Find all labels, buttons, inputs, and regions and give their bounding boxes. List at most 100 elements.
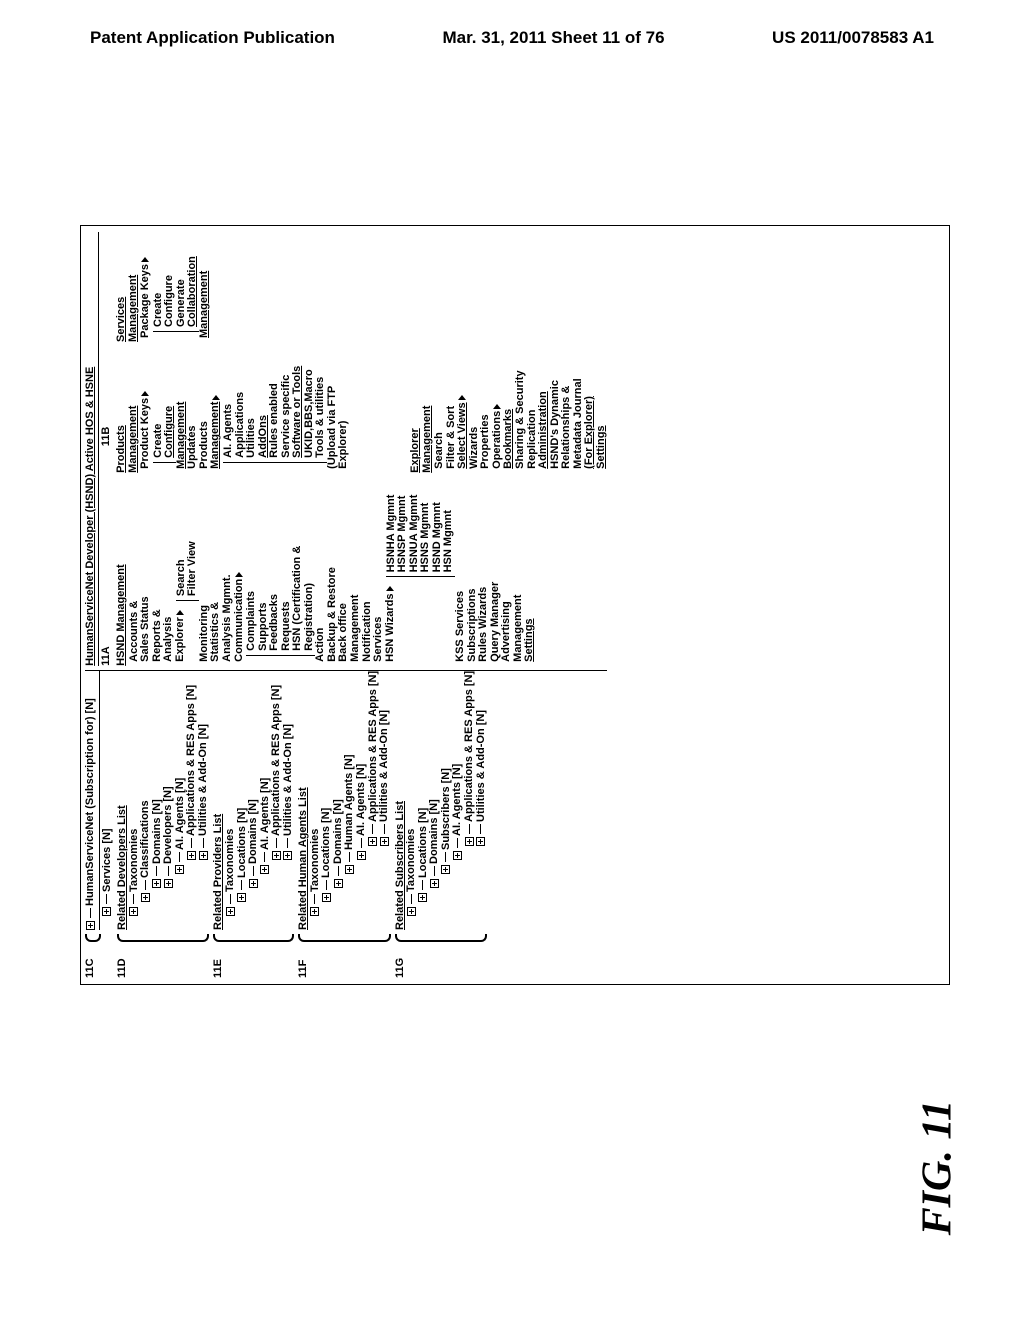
menu-item: Settings	[524, 489, 536, 666]
expand-icon	[199, 851, 208, 860]
tree-apps: Applications & RES Apps [N]	[367, 671, 379, 822]
arrow-icon	[386, 586, 394, 591]
expand-icon	[453, 851, 462, 860]
tree-subscribers: Subscribers [N]	[440, 768, 452, 850]
flyout-item: Utilities	[246, 366, 258, 458]
menu-products: Products Management Product Keys Create …	[116, 358, 607, 473]
figure-diagram: 11C HumanServiceNet (Subscription for) […	[80, 225, 950, 985]
header-center: Mar. 31, 2011 Sheet 11 of 76	[442, 28, 664, 48]
tree-ai: AI. Agents [N]	[355, 764, 367, 836]
menu-explorer-title: Explorer Management	[410, 358, 433, 473]
tree-apps: Applications & RES Apps [N]	[185, 685, 197, 836]
flyout-item: AI. Agents	[223, 366, 235, 458]
menu-item: Communication	[233, 579, 245, 662]
tree-domains: Domains [N]	[247, 799, 259, 864]
expand-icon	[164, 879, 173, 888]
menu-item: Management	[350, 489, 362, 666]
tree-utils: Utilities & Add-On [N]	[378, 710, 390, 822]
tree-utils: Utilities & Add-On [N]	[197, 724, 209, 836]
menu-item: Search	[434, 358, 446, 473]
expand-icon	[237, 893, 246, 902]
expand-icon	[260, 865, 269, 874]
expand-icon	[283, 851, 292, 860]
expand-icon	[441, 865, 450, 874]
expand-icon	[357, 851, 366, 860]
menu-hsnd: HSND Management Accounts & Sales Status …	[116, 489, 536, 666]
menu-item: Relationships &	[561, 358, 573, 473]
tree-human-agents: Human Agents [N]	[343, 754, 355, 850]
expand-icon	[102, 907, 111, 916]
expand-icon	[175, 865, 184, 874]
expand-icon	[476, 837, 485, 846]
figure-label: FIG. 11	[913, 1100, 961, 1235]
flyout-item: HSN (Certification & Registration)	[292, 489, 315, 651]
expand-icon	[345, 865, 354, 874]
tree-locations: Locations [N]	[236, 808, 248, 878]
tree-root: HumanServiceNet (Subscription for) [N]	[84, 698, 96, 906]
tree-locations: Locations [N]	[417, 808, 429, 878]
menu-item: (Upload via FTP Explorer)	[327, 358, 350, 473]
expand-icon	[129, 907, 138, 916]
header-left: Patent Application Publication	[90, 28, 335, 48]
expand-icon	[310, 907, 319, 916]
expand-icon	[152, 879, 161, 888]
tree-developers: Developers [N]	[162, 786, 174, 864]
window-title: HumanServiceNet Developer (HSND) Active …	[85, 232, 99, 666]
menu-products-title: Products Management	[116, 358, 139, 473]
expand-icon	[272, 851, 281, 860]
expand-icon	[407, 907, 416, 916]
expand-icon	[430, 879, 439, 888]
tree-domains: Domains [N]	[151, 799, 163, 864]
expand-icon	[418, 893, 427, 902]
expand-icon	[465, 837, 474, 846]
menu-hsnd-title: HSND Management	[116, 489, 128, 666]
menu-services: Services Management Package Keys Create …	[116, 232, 210, 342]
tree-ai: AI. Agents [N]	[259, 778, 271, 850]
menu-item: HSN Wizards	[384, 593, 396, 661]
menu-item: Operations	[491, 411, 503, 469]
tree-apps: Applications & RES Apps [N]	[463, 671, 475, 822]
menu-item: Management	[209, 402, 221, 469]
ref-11c: 11C	[85, 942, 97, 978]
tree-tax: Taxonomies	[309, 829, 321, 892]
menu-item: Rules Wizards	[478, 489, 490, 666]
menu-item: Explorer	[174, 617, 186, 662]
expand-icon	[141, 893, 150, 902]
tree-utils: Utilities & Add-On [N]	[475, 710, 487, 822]
tree-domains: Domains [N]	[428, 799, 440, 864]
ref-11f: 11F	[298, 942, 310, 978]
menu-item: Administration	[538, 358, 550, 473]
ref-11e: 11E	[213, 942, 225, 978]
menu-item: Product Keys	[139, 398, 151, 469]
expand-icon	[226, 907, 235, 916]
ref-11d: 11D	[117, 942, 129, 978]
expand-icon	[86, 921, 95, 930]
menu-item: Sharing & Security	[515, 358, 527, 473]
tree-locations: Locations [N]	[320, 808, 332, 878]
menu-item: Package Keys	[139, 264, 151, 338]
arrow-icon	[141, 391, 149, 396]
ref-11b: 11B	[101, 427, 113, 447]
menu-item: Settings	[596, 358, 608, 473]
menu-item: Select Views	[456, 402, 468, 468]
arrow-icon	[235, 572, 243, 577]
expand-icon	[187, 851, 196, 860]
expand-icon	[249, 879, 258, 888]
menu-item: Advertising	[501, 489, 513, 666]
menu-item: Sales Status	[140, 489, 152, 666]
tree-cls: Classifications	[139, 800, 151, 878]
tree-utils: Utilities & Add-On [N]	[282, 724, 294, 836]
ref-11a: 11A	[101, 646, 113, 666]
ref-11g: 11G	[395, 942, 407, 978]
tree-ai: AI. Agents [N]	[451, 764, 463, 836]
tree-ai: AI. Agents [N]	[174, 778, 186, 850]
menu-item: KSS Services	[455, 489, 467, 666]
arrow-icon	[493, 404, 501, 409]
flyout-item: Complaints	[246, 489, 258, 651]
arrow-icon	[176, 610, 184, 615]
expand-icon	[368, 837, 377, 846]
tree-domains: Domains [N]	[332, 799, 344, 864]
expand-icon	[322, 893, 331, 902]
tree-tax: Taxonomies	[405, 829, 417, 892]
tree-services: Services [N]	[101, 828, 113, 892]
